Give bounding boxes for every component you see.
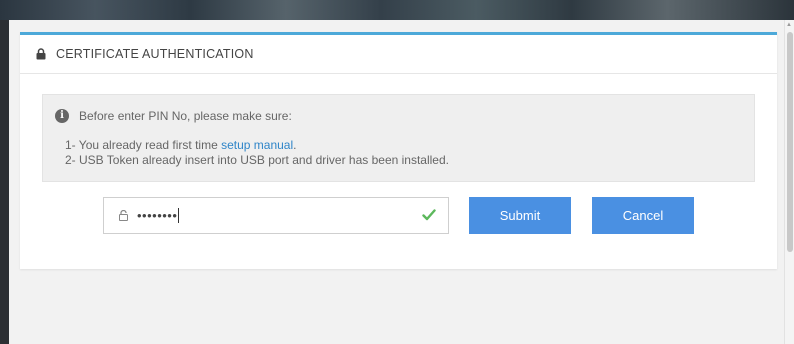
scroll-up-arrow-icon[interactable]: ▲ [786,22,792,28]
info-intro-line: i Before enter PIN No, please make sure: [55,109,292,123]
check-icon [422,209,436,221]
cancel-button[interactable]: Cancel [592,197,694,234]
vertical-scrollbar[interactable]: ▲ [784,20,794,344]
requirement-2: 2- USB Token already insert into USB por… [65,153,449,167]
certificate-auth-panel: CERTIFICATE AUTHENTICATION i Before ente… [20,32,777,269]
background-image-strip [0,0,794,20]
submit-button[interactable]: Submit [469,197,571,234]
info-icon: i [55,109,69,123]
lock-icon [36,48,46,60]
setup-manual-link[interactable]: setup manual [221,138,293,152]
page-left-edge [0,20,9,344]
pin-value: •••••••• [137,208,180,223]
info-box: i Before enter PIN No, please make sure:… [42,94,755,182]
panel-title: CERTIFICATE AUTHENTICATION [56,47,254,61]
field-lock-icon [119,210,128,221]
requirement-1-suffix: . [293,138,297,152]
panel-header: CERTIFICATE AUTHENTICATION [20,35,777,74]
pin-input[interactable]: •••••••• [103,197,449,234]
requirement-1: 1- You already read first time setup man… [65,138,296,152]
text-caret [178,208,180,223]
info-intro-text: Before enter PIN No, please make sure: [79,109,292,123]
requirement-1-text: 1- You already read first time [65,138,222,152]
scrollbar-thumb[interactable] [787,32,793,252]
